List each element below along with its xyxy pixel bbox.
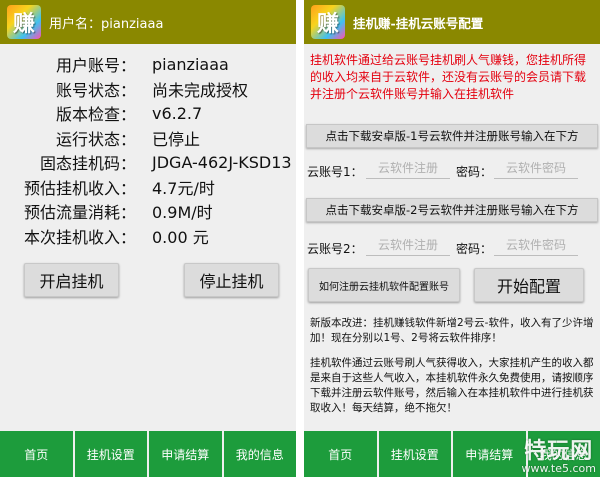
how-to-register-button[interactable]: 如何注册云挂机软件配置账号 bbox=[308, 268, 460, 302]
start-config-button[interactable]: 开始配置 bbox=[474, 268, 584, 302]
info-row-machine-code: 固态挂机码： JDGA-462J-KSD13 bbox=[0, 150, 296, 175]
info-row-account: 用户账号： pianziaaa bbox=[0, 52, 296, 77]
notice-text: 挂机软件通过给云账号挂机刷人气赚钱，您挂机所得的收入均来自于云软件，还没有云账号… bbox=[310, 53, 587, 101]
cloud-account-2-label: 云账号2： bbox=[307, 242, 363, 256]
info-value: JDGA-462J-KSD13 bbox=[152, 152, 292, 172]
cloud-account-2-username-input[interactable] bbox=[366, 234, 450, 256]
cloud-account-config-screen: 赚 挂机赚-挂机云账号配置 挂机软件通过给云账号挂机刷人气赚钱，您挂机所得的收入… bbox=[304, 0, 600, 477]
nav-home[interactable]: 首页 bbox=[304, 431, 379, 477]
nav-my-info[interactable]: 我的信息 bbox=[527, 431, 600, 477]
app-bar: 赚 用户名：pianziaaa bbox=[0, 0, 296, 44]
stop-hangup-button[interactable]: 停止挂机 bbox=[184, 263, 279, 297]
app-logo-icon: 赚 bbox=[311, 5, 345, 39]
bottom-nav: 首页 挂机设置 申请结算 我的信息 bbox=[0, 431, 296, 477]
info-value: 已停止 bbox=[152, 129, 201, 149]
info-value: pianziaaa bbox=[152, 54, 229, 74]
app-bar: 赚 挂机赚-挂机云账号配置 bbox=[304, 0, 600, 44]
cloud-account-1-label: 云账号1： bbox=[307, 165, 363, 179]
info-label: 账号状态： bbox=[55, 80, 136, 100]
explanation-text: 挂机软件通过云账号刷人气获得收入，大家挂机产生的收入都是来自于这些人气收入，本挂… bbox=[310, 357, 594, 414]
home-screen: 赚 用户名：pianziaaa 用户账号： pianziaaa 账号状态： 尚未… bbox=[0, 0, 296, 477]
info-label: 用户账号： bbox=[55, 56, 136, 76]
info-value: v6.2.7 bbox=[152, 103, 203, 123]
nav-apply-settlement[interactable]: 申请结算 bbox=[453, 431, 528, 477]
nav-hangup-settings[interactable]: 挂机设置 bbox=[74, 431, 149, 477]
app-bar-title: 挂机赚-挂机云账号配置 bbox=[353, 15, 484, 31]
info-row-est-income: 预估挂机收入： 4.7元/时 bbox=[0, 175, 296, 200]
nav-my-info[interactable]: 我的信息 bbox=[223, 431, 296, 477]
nav-home[interactable]: 首页 bbox=[0, 431, 75, 477]
download-cloud-app-2-button[interactable]: 点击下载安卓版-2号云软件并注册账号输入在下方 bbox=[306, 198, 598, 222]
nav-hangup-settings[interactable]: 挂机设置 bbox=[378, 431, 453, 477]
cloud-account-1-password-label: 密码： bbox=[456, 165, 493, 179]
info-row-status: 账号状态： 尚未完成授权 bbox=[0, 77, 296, 102]
cloud-account-1-password-input[interactable] bbox=[494, 157, 578, 179]
app-bar-title: 用户名：pianziaaa bbox=[49, 16, 164, 32]
account-info-list: 用户账号： pianziaaa 账号状态： 尚未完成授权 版本检查： v6.2.… bbox=[0, 52, 296, 248]
screenshot-composite: 赚 用户名：pianziaaa 用户账号： pianziaaa 账号状态： 尚未… bbox=[0, 0, 600, 477]
info-row-est-traffic: 预估流量消耗： 0.9M/时 bbox=[0, 199, 296, 224]
info-label: 预估挂机收入： bbox=[23, 178, 136, 198]
info-row-version: 版本检查： v6.2.7 bbox=[0, 101, 296, 126]
info-value: 4.7元/时 bbox=[152, 178, 215, 198]
info-value: 尚未完成授权 bbox=[152, 80, 249, 100]
cloud-account-2-password-label: 密码： bbox=[456, 242, 493, 256]
info-label: 版本检查： bbox=[55, 105, 136, 125]
info-value: 0.00 元 bbox=[152, 227, 209, 247]
info-label: 预估流量消耗： bbox=[23, 203, 136, 223]
bottom-nav: 首页 挂机设置 申请结算 我的信息 bbox=[304, 431, 600, 477]
info-row-session-income: 本次挂机收入： 0.00 元 bbox=[0, 224, 296, 249]
cloud-account-2-password-input[interactable] bbox=[494, 234, 578, 256]
info-row-run-state: 运行状态： 已停止 bbox=[0, 126, 296, 151]
info-value: 0.9M/时 bbox=[152, 203, 213, 223]
download-cloud-app-1-button[interactable]: 点击下载安卓版-1号云软件并注册账号输入在下方 bbox=[306, 124, 598, 148]
info-label: 本次挂机收入： bbox=[23, 227, 136, 247]
info-label: 运行状态： bbox=[55, 129, 136, 149]
nav-apply-settlement[interactable]: 申请结算 bbox=[149, 431, 224, 477]
cloud-account-1-username-input[interactable] bbox=[366, 157, 450, 179]
update-notes-text: 新版本改进：挂机赚钱软件新增2号云-软件，收入有了少许增加！现在分别以1号、2号… bbox=[310, 317, 594, 344]
info-label: 固态挂机码： bbox=[39, 154, 136, 174]
app-logo-icon: 赚 bbox=[7, 5, 41, 39]
start-hangup-button[interactable]: 开启挂机 bbox=[24, 263, 119, 297]
